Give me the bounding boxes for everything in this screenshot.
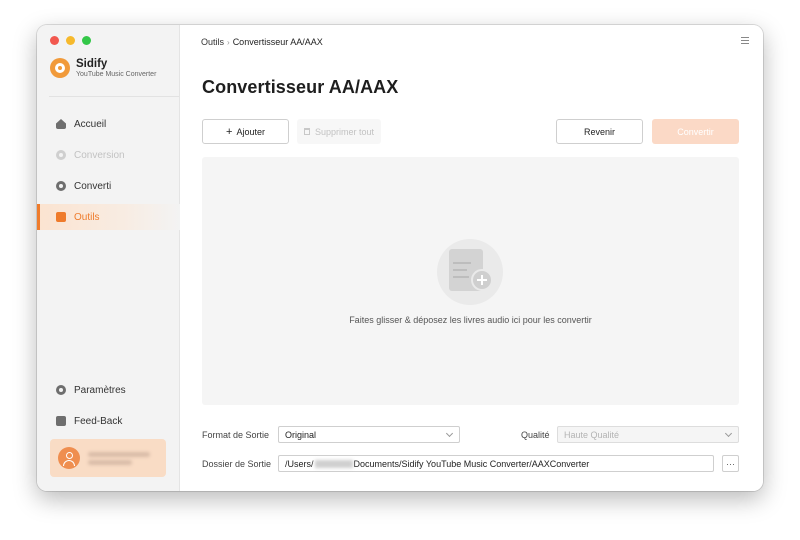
toolbox-icon	[56, 212, 66, 222]
breadcrumb: Outils › Convertisseur AA/AAX	[201, 37, 323, 47]
sidebar: Sidify YouTube Music Converter Accueil C…	[37, 25, 180, 491]
app-window: Sidify YouTube Music Converter Accueil C…	[37, 25, 763, 491]
sidebar-item-feedback[interactable]: Feed-Back	[37, 408, 180, 434]
output-format-select[interactable]: Original	[278, 426, 460, 443]
brand-name: Sidify	[76, 58, 108, 70]
quality-select[interactable]: Haute Qualité	[557, 426, 739, 443]
output-format-label: Format de Sortie	[202, 430, 270, 440]
main-panel: Outils › Convertisseur AA/AAX Convertisseu…	[180, 25, 763, 491]
sidebar-item-label: Converti	[74, 180, 112, 192]
quality-label: Qualité	[521, 430, 550, 440]
redacted-username	[314, 459, 353, 468]
breadcrumb-separator: ›	[227, 38, 230, 47]
page-title: Convertisseur AA/AAX	[202, 77, 399, 97]
user-account-card[interactable]	[50, 439, 166, 477]
sidebar-item-label: Conversion	[74, 149, 125, 161]
delete-all-button[interactable]: Supprimer tout	[297, 119, 381, 144]
breadcrumb-parent[interactable]: Outils	[201, 37, 224, 47]
mail-icon	[56, 416, 66, 426]
conversion-icon	[56, 150, 66, 160]
avatar	[58, 447, 80, 469]
sidify-logo-icon	[50, 58, 70, 78]
browse-folder-button[interactable]: ···	[722, 455, 739, 472]
quality-value: Haute Qualité	[564, 429, 620, 440]
add-file-icon	[437, 239, 503, 305]
drop-zone[interactable]: Faites glisser & déposez les livres audi…	[202, 157, 739, 405]
sidebar-item-converti[interactable]: Converti	[37, 173, 180, 199]
brand: Sidify YouTube Music Converter	[50, 58, 156, 78]
zoom-window-button[interactable]	[82, 36, 91, 45]
chevron-down-icon	[445, 429, 454, 438]
redacted-account-info	[88, 449, 150, 468]
convert-button[interactable]: Convertir	[652, 119, 739, 144]
window-controls	[50, 36, 91, 45]
sidebar-item-accueil[interactable]: Accueil	[37, 111, 180, 137]
menu-icon[interactable]	[741, 37, 749, 45]
add-button[interactable]: + Ajouter	[202, 119, 289, 144]
sidebar-item-label: Feed-Back	[74, 415, 123, 427]
plus-icon: +	[226, 125, 233, 138]
sidebar-item-label: Outils	[74, 211, 100, 223]
home-icon	[56, 119, 66, 129]
breadcrumb-current: Convertisseur AA/AAX	[232, 37, 323, 47]
brand-divider	[49, 96, 179, 97]
close-window-button[interactable]	[50, 36, 59, 45]
output-folder-label: Dossier de Sortie	[202, 459, 272, 469]
brand-subtitle: YouTube Music Converter	[76, 71, 157, 78]
sidebar-item-parametres[interactable]: Paramètres	[37, 377, 180, 403]
chevron-down-icon	[724, 429, 733, 438]
gear-icon	[56, 385, 66, 395]
sidebar-item-label: Paramètres	[74, 384, 126, 396]
sidebar-item-conversion[interactable]: Conversion	[37, 142, 180, 168]
minimize-window-button[interactable]	[66, 36, 75, 45]
back-button[interactable]: Revenir	[556, 119, 643, 144]
output-format-value: Original	[285, 429, 317, 440]
output-folder-field[interactable]: /Users/Documents/Sidify YouTube Music Co…	[278, 455, 714, 472]
sidebar-item-outils[interactable]: Outils	[37, 204, 180, 230]
clock-icon	[56, 181, 66, 191]
sidebar-item-label: Accueil	[74, 118, 107, 130]
trash-icon	[303, 128, 310, 135]
drop-zone-hint: Faites glisser & déposez les livres audi…	[349, 315, 592, 325]
